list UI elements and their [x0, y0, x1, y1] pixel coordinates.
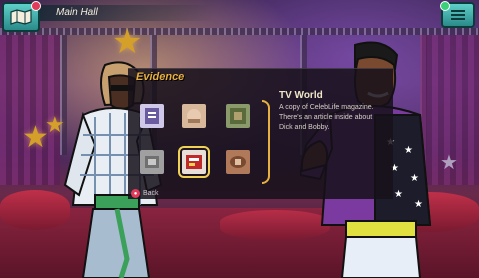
- evidence-slot-1[interactable]: [140, 104, 164, 128]
- evidence-slot-3[interactable]: [226, 104, 250, 128]
- svg-text:★: ★: [404, 145, 413, 156]
- map-button[interactable]: [2, 1, 41, 32]
- document-icon: [145, 108, 159, 124]
- game-screen: ★ ★ ★ ★ ★★ ★★ ★★: [0, 0, 479, 278]
- svg-text:★: ★: [394, 189, 403, 200]
- menu-notification-dot: [440, 1, 450, 11]
- menu-button[interactable]: [440, 1, 475, 28]
- menu-icon: [451, 10, 465, 20]
- back-label: Back: [143, 190, 159, 197]
- top-bar: Main Hall: [0, 0, 479, 32]
- back-button[interactable]: ● Back: [131, 189, 159, 198]
- evidence-slot-2[interactable]: [182, 104, 206, 128]
- evidence-grid: [138, 100, 268, 186]
- evidence-slot-5-selected[interactable]: [178, 146, 210, 178]
- evidence-slot-6[interactable]: [226, 150, 250, 174]
- evidence-detail-description: A copy of CelebLife magazine. There's an…: [279, 104, 374, 131]
- svg-text:★: ★: [414, 199, 423, 210]
- map-notification-dot: [31, 1, 41, 11]
- evidence-slot-4[interactable]: [140, 150, 164, 174]
- evidence-title: Evidence: [136, 71, 185, 83]
- back-icon: ●: [131, 189, 140, 198]
- panel-divider: [262, 100, 270, 184]
- svg-text:★: ★: [410, 173, 419, 184]
- photo-icon: [187, 109, 201, 123]
- frame-icon: [230, 108, 246, 124]
- magazine-icon: [186, 155, 202, 169]
- item-icon: [230, 156, 246, 168]
- evidence-detail-title: TV World: [279, 90, 323, 101]
- map-icon: [10, 9, 32, 25]
- object-icon: [145, 156, 159, 168]
- location-label: Main Hall: [34, 5, 216, 21]
